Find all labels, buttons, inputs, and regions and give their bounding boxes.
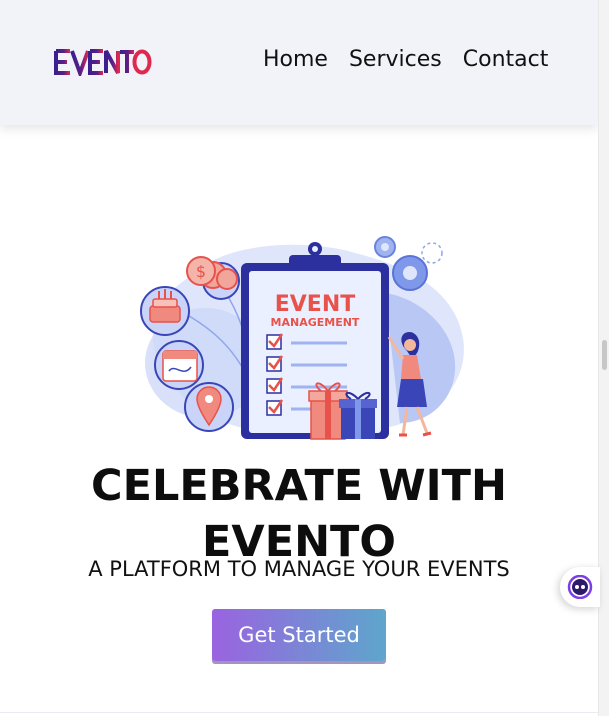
section-divider [0,712,598,713]
event-management-illustration: $ EVENT MANAGEMENT [140,236,464,440]
cake-icon [140,286,190,336]
scrollbar-thumb[interactable] [602,340,607,370]
chat-widget-button[interactable] [560,567,600,607]
nav-contact[interactable]: Contact [463,45,549,75]
navbar: Home Services Contact [0,0,598,125]
location-pin-icon [184,382,234,432]
nav-home[interactable]: Home [263,45,328,75]
clipboard-subheading: MANAGEMENT [271,316,360,329]
hero-title: CELEBRATE WITH EVENTO [91,461,507,567]
calendar-icon [154,340,204,390]
chat-bot-icon [567,575,593,599]
page-scrollbar[interactable] [598,0,609,716]
main-nav: Home Services Contact [263,45,569,75]
nav-services[interactable]: Services [349,45,442,75]
clipboard-heading: EVENT [275,292,356,317]
coin-symbol: $ [196,262,206,281]
evento-logo[interactable] [54,48,152,76]
hero-subtitle: A PLATFORM TO MANAGE YOUR EVENTS [88,557,510,581]
get-started-button[interactable]: Get Started [212,609,386,661]
